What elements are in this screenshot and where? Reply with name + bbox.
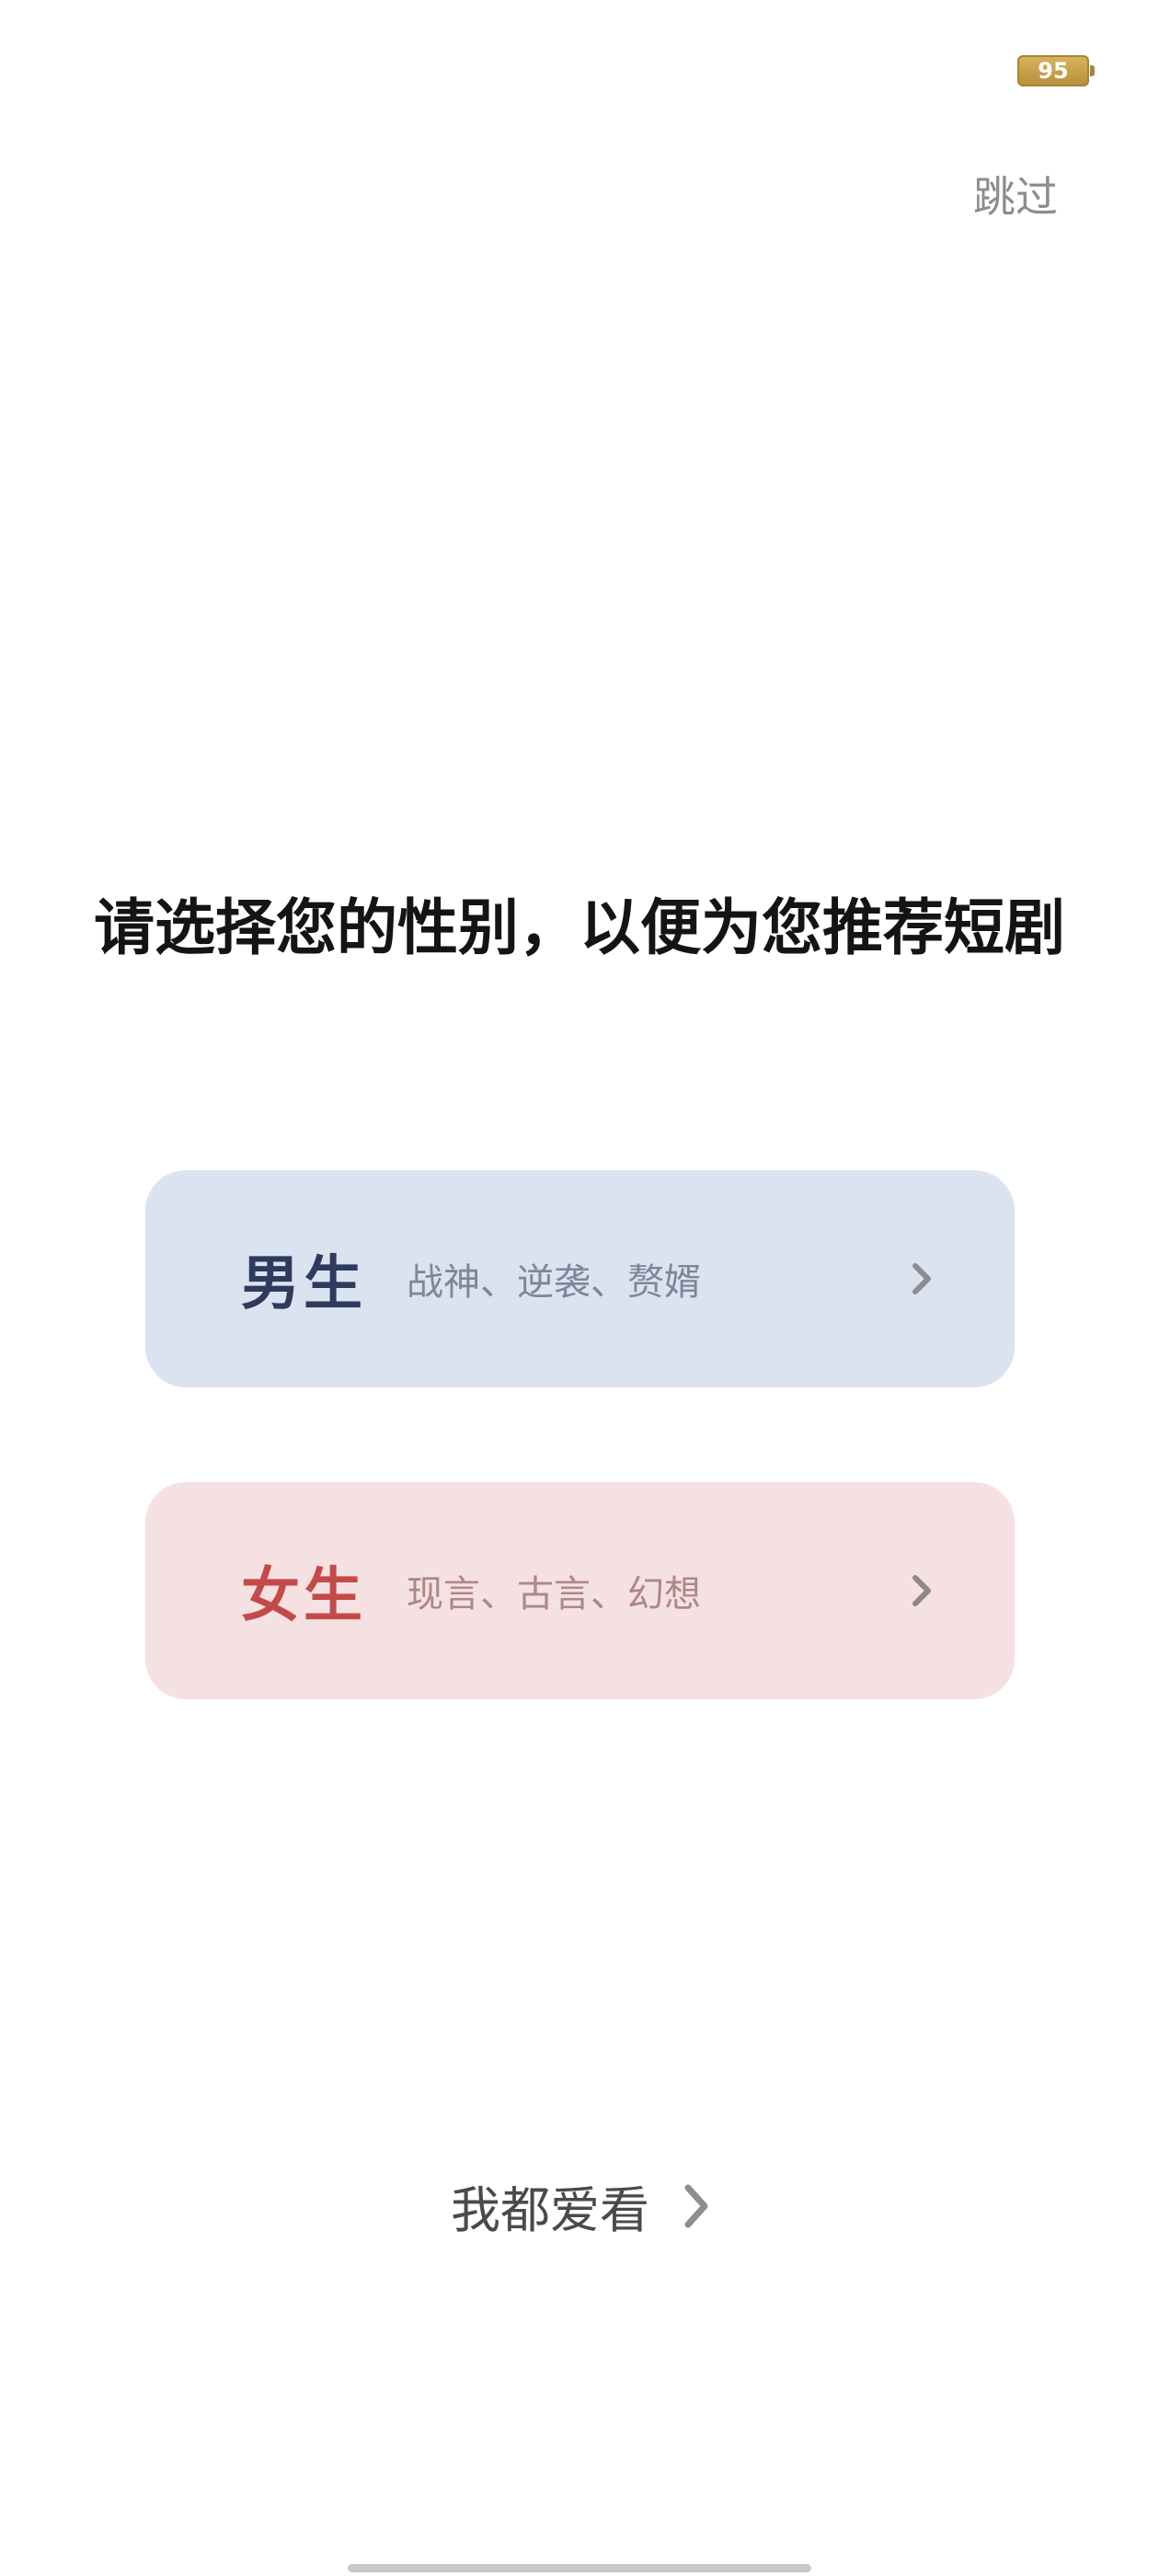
like-both-label: 我都爱看 [451,2181,649,2239]
chevron-right-icon [684,2184,708,2227]
like-both-button[interactable]: 我都爱看 [451,2169,714,2242]
female-option-description: 现言、古言、幻想 [407,1573,701,1616]
status-bar: 95 [0,0,1159,129]
male-option-label: 男生 [241,1250,366,1318]
chevron-right-icon [912,1263,931,1294]
chevron-right-icon [912,1575,931,1606]
female-option-card[interactable]: 女生 现言、古言、幻想 [145,1482,1015,1699]
female-option-label: 女生 [241,1562,366,1630]
home-indicator[interactable] [348,2564,811,2572]
male-option-card[interactable]: 男生 战神、逆袭、赘婿 [145,1170,1015,1387]
page-title: 请选择您的性别，以便为您推荐短剧 [94,892,1065,963]
battery-icon: 95 [1017,55,1095,86]
skip-button[interactable]: 跳过 [973,164,1058,224]
battery-level: 95 [1038,58,1069,84]
male-option-description: 战神、逆袭、赘婿 [407,1261,701,1304]
